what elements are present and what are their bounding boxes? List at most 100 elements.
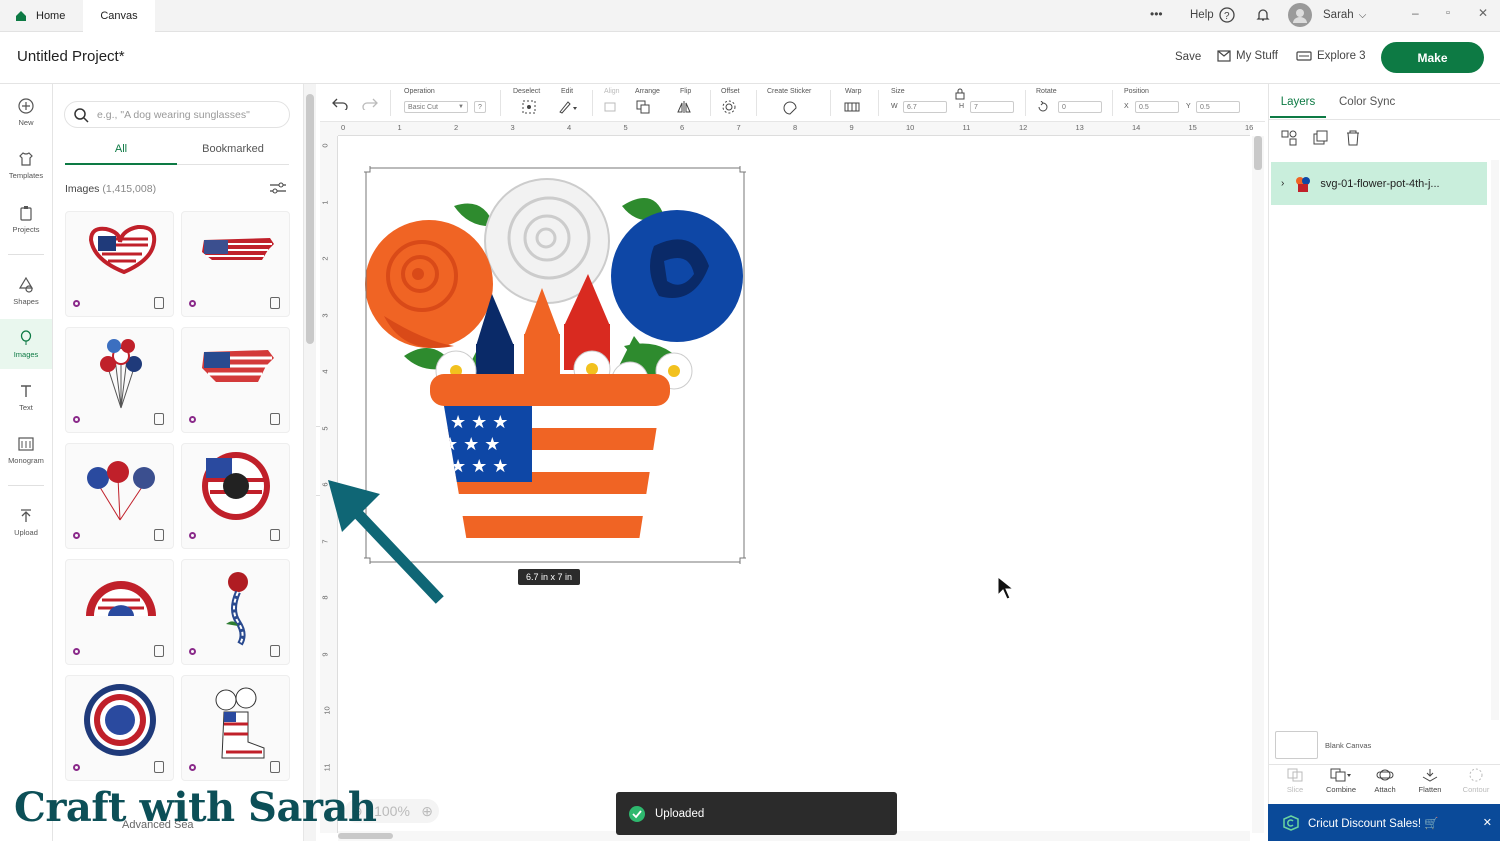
warp-icon[interactable]: [844, 101, 868, 113]
svg-text:★ ★ ★: ★ ★ ★: [450, 456, 508, 476]
combine-button[interactable]: Combine: [1321, 768, 1361, 794]
bookmark-icon[interactable]: [270, 297, 280, 309]
contour-button[interactable]: Contour: [1456, 768, 1496, 794]
nav-text[interactable]: Text: [0, 372, 52, 422]
height-input[interactable]: 7: [970, 101, 1014, 113]
rotate-input[interactable]: 0: [1058, 101, 1102, 113]
canvas-hscroll-thumb[interactable]: [338, 833, 393, 839]
y-input[interactable]: 0.5: [1196, 101, 1240, 113]
layer-row[interactable]: › svg-01-flower-pot-4th-j...: [1271, 162, 1487, 205]
zoom-in-icon[interactable]: ⊕: [421, 803, 433, 820]
bookmark-icon[interactable]: [270, 529, 280, 541]
my-stuff-button[interactable]: My Stuff: [1217, 50, 1278, 62]
nav-new-label: New: [18, 117, 34, 127]
nav-text-label: Text: [19, 402, 33, 412]
more-menu-icon[interactable]: •••: [1150, 7, 1163, 21]
slice-button[interactable]: Slice: [1275, 768, 1315, 794]
arrange-icon[interactable]: [636, 100, 658, 114]
nav-images[interactable]: Images: [0, 319, 52, 369]
restore-button[interactable]: ▫: [1446, 7, 1450, 19]
tab-color-sync[interactable]: Color Sync: [1339, 92, 1395, 118]
x-input[interactable]: 0.5: [1135, 101, 1179, 113]
image-card-half-sunflower[interactable]: [65, 559, 174, 665]
bell-icon[interactable]: [1255, 7, 1271, 23]
image-card-daisy[interactable]: [65, 675, 174, 781]
filter-icon[interactable]: [269, 182, 287, 194]
sticker-icon[interactable]: [782, 100, 804, 116]
duplicate-icon[interactable]: [1313, 130, 1329, 146]
ruler-tick: 13: [1075, 123, 1084, 132]
help-button[interactable]: Help ?: [1190, 7, 1235, 23]
operation-label: Operation: [404, 88, 435, 95]
save-button[interactable]: Save: [1175, 51, 1201, 63]
image-card-balloons-2[interactable]: [65, 443, 174, 549]
image-card-balloons[interactable]: [65, 327, 174, 433]
tab-canvas[interactable]: Canvas: [83, 0, 155, 32]
ruler-tick: 2: [454, 123, 459, 132]
image-card-boot[interactable]: [181, 675, 290, 781]
tab-bookmarked[interactable]: Bookmarked: [177, 143, 289, 165]
expand-chevron-icon[interactable]: ›: [1281, 178, 1284, 189]
bookmark-icon[interactable]: [270, 645, 280, 657]
tab-all[interactable]: All: [65, 143, 177, 165]
ruler-tick: 12: [1019, 123, 1028, 132]
ruler-tick: 10: [906, 123, 915, 132]
trash-icon[interactable]: [1345, 130, 1361, 146]
flatten-button[interactable]: Flatten: [1410, 768, 1450, 794]
scroll-thumb[interactable]: [306, 94, 314, 344]
search-input[interactable]: e.g., "A dog wearing sunglasses": [64, 101, 290, 128]
blank-canvas-swatch[interactable]: [1275, 731, 1318, 759]
canvas-vertical-scrollbar[interactable]: [1252, 136, 1264, 833]
close-button[interactable]: ✕: [1478, 6, 1488, 20]
nav-new[interactable]: New: [0, 87, 52, 137]
width-input[interactable]: 6.7: [903, 101, 947, 113]
bookmark-icon[interactable]: [270, 413, 280, 425]
tab-home[interactable]: Home: [0, 0, 79, 32]
shapes-icon: [18, 276, 34, 293]
deselect-icon[interactable]: [522, 100, 536, 114]
nav-monogram[interactable]: Monogram: [0, 425, 52, 475]
promo-close-icon[interactable]: ✕: [1483, 816, 1492, 829]
blank-canvas-label: Blank Canvas: [1325, 741, 1372, 750]
image-card-flag-heart[interactable]: [65, 211, 174, 317]
operation-help-icon[interactable]: ?: [474, 101, 486, 113]
machine-select[interactable]: Explore 3: [1296, 50, 1366, 62]
bookmark-icon[interactable]: [154, 529, 164, 541]
bookmark-icon[interactable]: [154, 645, 164, 657]
lock-icon[interactable]: [955, 88, 965, 100]
arrange-label: Arrange: [635, 88, 660, 95]
redo-icon[interactable]: [362, 96, 378, 110]
nav-upload[interactable]: Upload: [0, 497, 52, 547]
edit-pencil-icon[interactable]: [558, 100, 580, 114]
attach-button[interactable]: Attach: [1365, 768, 1405, 794]
undo-icon[interactable]: [332, 96, 348, 110]
tab-layers[interactable]: Layers: [1270, 92, 1326, 118]
operation-select[interactable]: Basic Cut ▼: [404, 101, 468, 113]
image-card-sunflower[interactable]: [181, 443, 290, 549]
image-card-usa-map[interactable]: [181, 211, 290, 317]
size-label: Size: [891, 88, 905, 95]
offset-icon[interactable]: [722, 100, 744, 114]
bookmark-icon[interactable]: [154, 413, 164, 425]
nav-shapes[interactable]: Shapes: [0, 266, 52, 316]
promo-banner[interactable]: Cricut Discount Sales! 🛒 ✕: [1268, 804, 1500, 841]
group-icon[interactable]: [1281, 130, 1297, 146]
user-menu[interactable]: Sarah ⌵: [1288, 3, 1366, 27]
check-circle-icon: [629, 805, 645, 822]
panel-scrollbar[interactable]: [303, 84, 316, 841]
flip-icon[interactable]: [677, 100, 699, 114]
minimize-button[interactable]: –: [1412, 6, 1419, 20]
make-button[interactable]: Make: [1381, 42, 1484, 73]
image-card-usa-map-2[interactable]: [181, 327, 290, 433]
canvas-scroll-thumb[interactable]: [1254, 136, 1262, 170]
top-bar: [0, 0, 1500, 32]
project-title[interactable]: Untitled Project*: [17, 48, 125, 65]
bookmark-icon[interactable]: [270, 761, 280, 773]
nav-projects[interactable]: Projects: [0, 194, 52, 244]
image-card-rose[interactable]: [181, 559, 290, 665]
align-icon[interactable]: [604, 101, 624, 113]
layers-scrollbar[interactable]: [1491, 160, 1499, 720]
nav-templates[interactable]: Templates: [0, 140, 52, 190]
bookmark-icon[interactable]: [154, 761, 164, 773]
bookmark-icon[interactable]: [154, 297, 164, 309]
